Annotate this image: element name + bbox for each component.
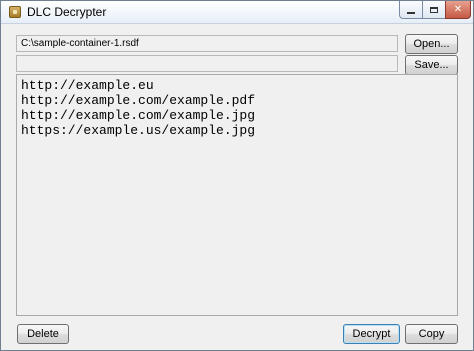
input-path-field[interactable]: C:\sample-container-1.rsdf <box>16 35 398 52</box>
minimize-icon <box>407 11 415 14</box>
links-textarea[interactable]: http://example.eu http://example.com/exa… <box>16 74 458 316</box>
close-icon: ✕ <box>453 4 463 15</box>
decrypt-button[interactable]: Decrypt <box>343 324 400 344</box>
save-button[interactable]: Save... <box>405 55 458 75</box>
link-line: http://example.com/example.pdf <box>21 93 256 108</box>
window-title: DLC Decrypter <box>27 5 107 19</box>
delete-button[interactable]: Delete <box>17 324 69 344</box>
title-bar[interactable]: DLC Decrypter ✕ <box>1 1 473 24</box>
maximize-icon <box>430 6 438 13</box>
open-button[interactable]: Open... <box>405 34 458 54</box>
link-line: http://example.eu <box>21 78 154 93</box>
dlc-decrypter-window: DLC Decrypter ✕ C:\sample-container-1.rs… <box>0 0 474 351</box>
app-icon <box>9 6 21 18</box>
copy-button[interactable]: Copy <box>405 324 458 344</box>
close-button[interactable]: ✕ <box>445 1 471 19</box>
maximize-button[interactable] <box>422 1 446 19</box>
link-line: http://example.com/example.jpg <box>21 108 256 123</box>
output-path-field[interactable] <box>16 55 398 72</box>
minimize-button[interactable] <box>399 1 423 19</box>
link-line: https://example.us/example.jpg <box>21 123 256 138</box>
